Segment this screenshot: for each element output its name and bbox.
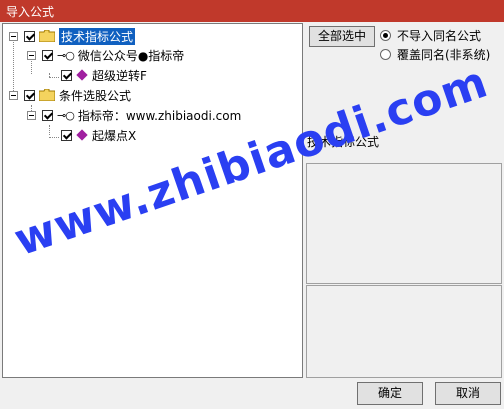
tree-item-label[interactable]: 超级逆转F (92, 67, 147, 84)
tree-group-label[interactable]: 技术指标公式 (59, 27, 136, 45)
cancel-button[interactable]: 取消 (435, 382, 501, 405)
description-panel (306, 163, 502, 284)
tree-node-zhibiaodi[interactable]: ⊸○ 指标帝：www.zhibiaodi.com (27, 106, 241, 124)
window-title: 导入公式 (6, 5, 55, 19)
checkbox[interactable] (24, 89, 35, 101)
key-icon: ⊸○ (57, 108, 75, 122)
checkbox[interactable] (42, 49, 53, 61)
checkbox[interactable] (42, 109, 53, 121)
formula-icon (76, 129, 88, 141)
title-bar[interactable]: 导入公式 (0, 0, 504, 22)
radio-circle[interactable] (380, 49, 391, 60)
collapse-toggle[interactable] (9, 32, 18, 41)
tree-node-label[interactable]: 微信公众号●指标帝 (78, 47, 184, 64)
collapse-toggle[interactable] (27, 51, 36, 60)
tree-line (49, 137, 59, 138)
checkbox[interactable] (24, 30, 35, 42)
tree-group-screening[interactable]: 条件选股公式 (9, 86, 131, 104)
tree-line (49, 125, 50, 135)
tree-item-formula[interactable]: 起爆点X (61, 126, 136, 144)
radio-circle[interactable] (380, 30, 391, 41)
detail-panel (306, 285, 502, 378)
collapse-toggle[interactable] (9, 91, 18, 100)
checkbox[interactable] (61, 69, 72, 81)
tree-node-wechat[interactable]: ⊸○ 微信公众号●指标帝 (27, 46, 184, 64)
tree-item-label[interactable]: 起爆点X (92, 127, 136, 144)
folder-icon (38, 88, 56, 102)
tree-node-label[interactable]: 指标帝：www.zhibiaodi.com (78, 107, 241, 124)
tree-group-technical[interactable]: 技术指标公式 (9, 27, 136, 45)
tree-line (49, 77, 59, 78)
formula-icon (76, 69, 88, 81)
ok-button[interactable]: 确定 (357, 382, 423, 405)
folder-icon (38, 29, 56, 43)
checkbox[interactable] (61, 129, 72, 141)
select-all-button[interactable]: 全部选中 (309, 26, 375, 47)
tree-group-label[interactable]: 条件选股公式 (59, 87, 131, 104)
collapse-toggle[interactable] (27, 111, 36, 120)
tree-item-formula[interactable]: 超级逆转F (61, 66, 147, 84)
radio-no-import[interactable]: 不导入同名公式 (380, 27, 481, 44)
radio-label: 不导入同名公式 (397, 29, 482, 43)
key-icon: ⊸○ (57, 48, 75, 62)
